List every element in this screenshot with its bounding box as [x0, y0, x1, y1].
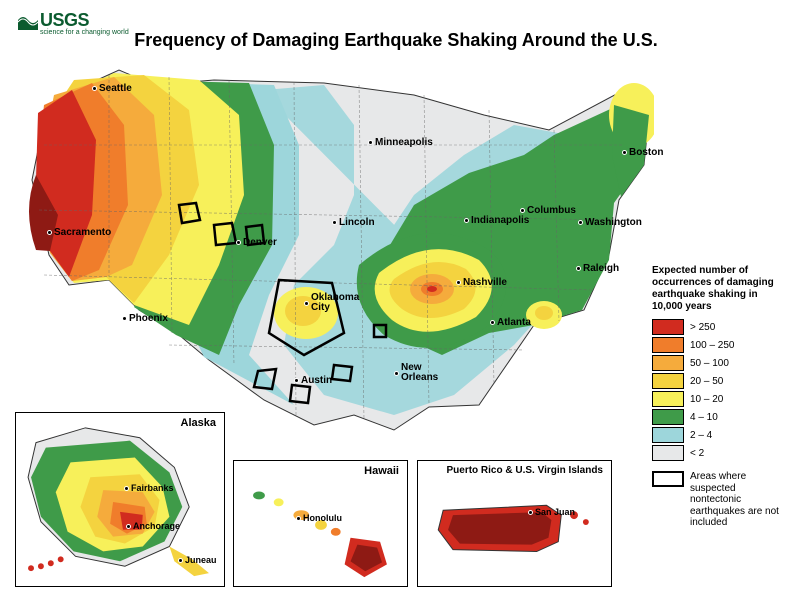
inset-hawaii: Hawaii Honolulu — [233, 460, 408, 587]
legend: Expected number of occurrences of damagi… — [652, 265, 782, 529]
city-anchorage: Anchorage — [126, 521, 180, 531]
legend-item-4: 10 – 20 — [652, 391, 782, 407]
city-columbus: Columbus — [520, 205, 576, 216]
legend-item-3: 20 – 50 — [652, 373, 782, 389]
city-minneapolis: Minneapolis — [368, 137, 433, 148]
city-phoenix: Phoenix — [122, 313, 168, 324]
city-juneau: Juneau — [178, 555, 217, 565]
logo-text: USGS — [40, 10, 89, 30]
city-lincoln: Lincoln — [332, 217, 375, 228]
city-honolulu: Honolulu — [296, 513, 342, 523]
swatch-icon — [652, 319, 684, 335]
legend-item-6: 2 – 4 — [652, 427, 782, 443]
city-austin: Austin — [294, 375, 332, 386]
city-indianapolis: Indianapolis — [464, 215, 529, 226]
city-boston: Boston — [622, 147, 663, 158]
nontectonic-outline-icon — [652, 471, 684, 487]
inset-hawaii-label: Hawaii — [364, 465, 399, 477]
legend-item-5: 4 – 10 — [652, 409, 782, 425]
inset-pr: Puerto Rico & U.S. Virgin Islands San Ju… — [417, 460, 612, 587]
city-denver: Denver — [236, 237, 277, 248]
city-fairbanks: Fairbanks — [124, 483, 174, 493]
legend-nontectonic: Areas where suspected nontectonic earthq… — [652, 471, 782, 529]
inset-pr-label: Puerto Rico & U.S. Virgin Islands — [446, 465, 603, 476]
city-oklahoma-city: Oklahoma City — [304, 293, 359, 313]
city-new-orleans: New Orleans — [394, 363, 438, 383]
city-atlanta: Atlanta — [490, 317, 531, 328]
city-raleigh: Raleigh — [576, 263, 619, 274]
legend-title: Expected number of occurrences of damagi… — [652, 265, 782, 313]
legend-item-1: 100 – 250 — [652, 337, 782, 353]
city-washington: Washington — [578, 217, 642, 228]
city-san-juan: San Juan — [528, 507, 575, 517]
city-seattle: Seattle — [92, 83, 132, 94]
legend-item-2: 50 – 100 — [652, 355, 782, 371]
map-title: Frequency of Damaging Earthquake Shaking… — [0, 30, 792, 51]
inset-alaska-label: Alaska — [181, 417, 216, 429]
city-nashville: Nashville — [456, 277, 507, 288]
inset-alaska: Alaska Fairbanks Anchorage Juneau — [15, 412, 225, 587]
legend-item-7: < 2 — [652, 445, 782, 461]
city-sacramento: Sacramento — [47, 227, 111, 238]
legend-item-0: > 250 — [652, 319, 782, 335]
